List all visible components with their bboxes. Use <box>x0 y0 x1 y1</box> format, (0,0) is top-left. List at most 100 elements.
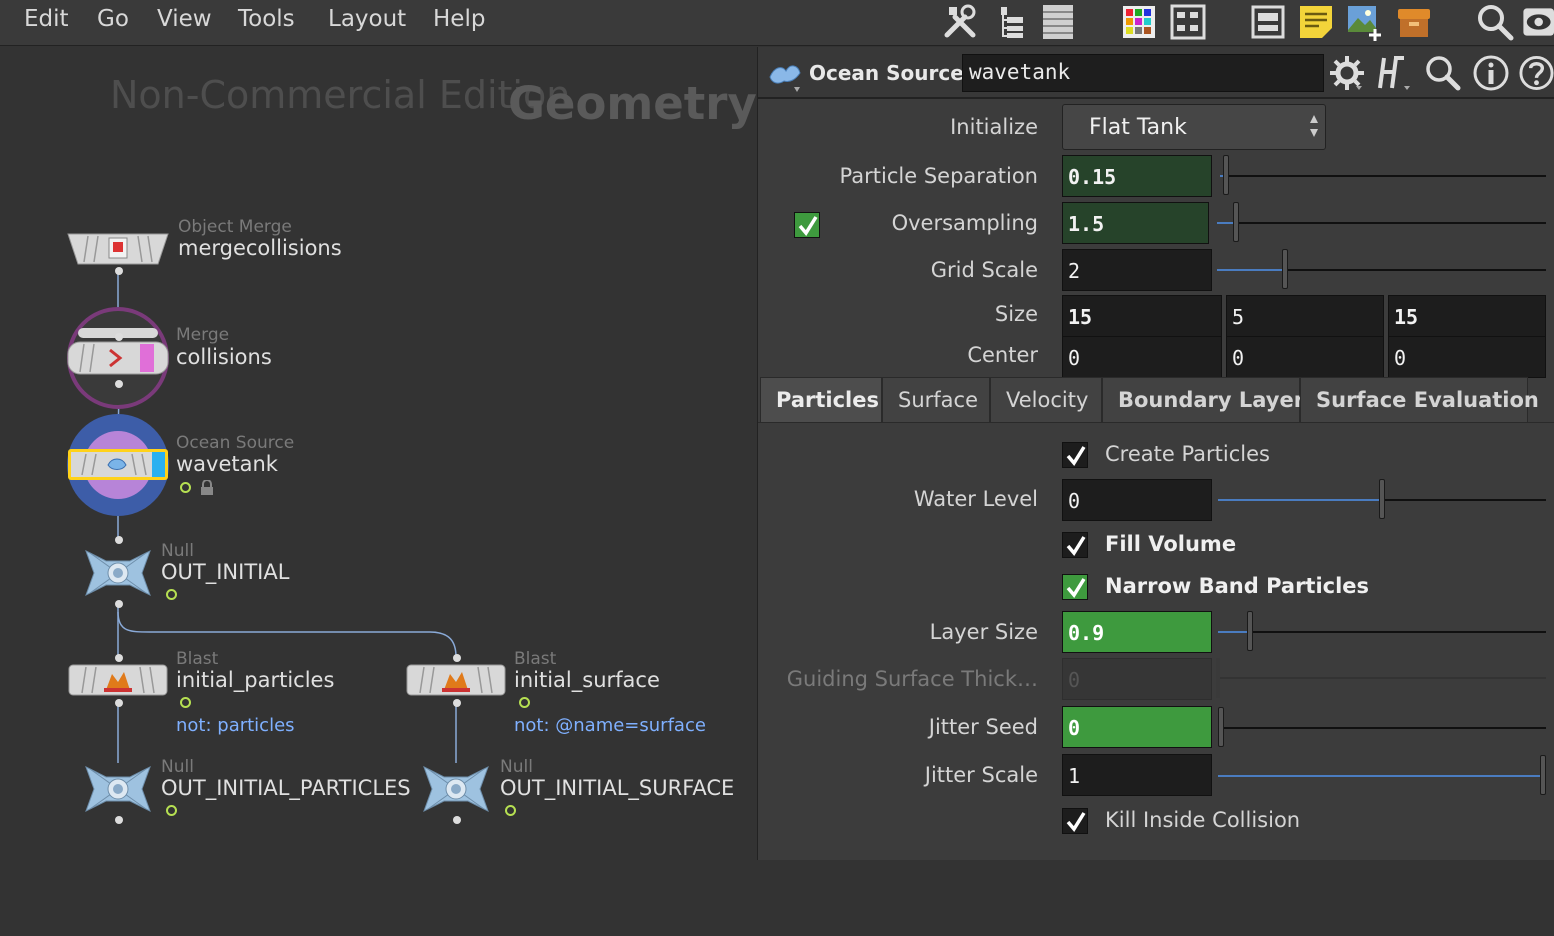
slider-handle[interactable] <box>1223 155 1230 195</box>
create-particles-checkbox[interactable] <box>1062 442 1088 468</box>
grid-scale-label: Grid Scale <box>930 258 1038 282</box>
node-name-label: wavetank <box>176 452 278 476</box>
center-y-field[interactable]: 0 <box>1226 336 1384 378</box>
size-x-field[interactable]: 15 <box>1062 295 1222 337</box>
center-z-field[interactable]: 0 <box>1388 336 1546 378</box>
slider-handle[interactable] <box>1233 202 1240 242</box>
output-connector[interactable] <box>114 266 124 276</box>
node-comment: not: @name=surface <box>514 715 706 736</box>
menu-go[interactable]: Go <box>97 6 129 32</box>
list-icon[interactable] <box>1038 2 1078 42</box>
image-add-icon[interactable] <box>1344 2 1384 42</box>
node-wavetank[interactable] <box>64 412 172 518</box>
menu-edit[interactable]: Edit <box>24 6 69 32</box>
size-label: Size <box>994 302 1038 326</box>
layer-size-field[interactable]: 0.9 <box>1062 611 1212 653</box>
node-collisions[interactable] <box>64 304 172 412</box>
narrow-band-checkbox[interactable] <box>1062 574 1088 600</box>
color-palette-icon[interactable] <box>1119 2 1159 42</box>
kill-inside-checkbox[interactable] <box>1062 808 1088 834</box>
slider-fill <box>1217 269 1282 271</box>
tree-icon[interactable] <box>990 2 1030 42</box>
tab-boundary-layer[interactable]: Boundary Layer <box>1102 377 1304 423</box>
slider-handle[interactable] <box>1540 755 1546 795</box>
flag-icon <box>519 697 530 708</box>
node-initial-particles[interactable] <box>68 664 168 696</box>
menu-view[interactable]: View <box>157 6 212 32</box>
output-connector[interactable] <box>452 815 462 825</box>
tab-particles[interactable]: Particles <box>760 377 882 423</box>
node-mergecollisions[interactable] <box>66 232 170 268</box>
network-view[interactable]: Non-Commercial Edition Geometry Object M… <box>0 47 757 936</box>
oversampling-enable-checkbox[interactable] <box>794 212 820 238</box>
node-name-field[interactable]: wavetank <box>962 54 1324 92</box>
node-initial-surface[interactable] <box>406 664 506 696</box>
menu-help[interactable]: Help <box>433 6 485 32</box>
guiding-thickness-slider <box>1218 677 1546 679</box>
narrow-band-label: Narrow Band Particles <box>1105 574 1370 598</box>
menu-layout[interactable]: Layout <box>328 6 406 32</box>
layout-icon[interactable] <box>1248 2 1288 42</box>
grid-scale-field[interactable]: 2 <box>1062 249 1212 291</box>
parameter-tabs: Particles Surface Velocity Boundary Laye… <box>758 377 1554 423</box>
jitter-seed-slider[interactable] <box>1218 727 1546 729</box>
input-connector[interactable] <box>114 332 124 342</box>
output-connector[interactable] <box>452 698 462 708</box>
layer-size-slider[interactable] <box>1218 631 1546 633</box>
parameter-header: Ocean Source wavetank <box>758 47 1554 99</box>
flag-icon <box>505 805 516 816</box>
output-connector[interactable] <box>114 379 124 389</box>
input-connector[interactable] <box>114 535 124 545</box>
tab-surface-evaluation[interactable]: Surface Evaluation <box>1300 377 1539 423</box>
jitter-scale-field[interactable]: 1 <box>1062 754 1212 796</box>
oversampling-field[interactable]: 1.5 <box>1062 202 1209 244</box>
grid-icon[interactable] <box>1168 2 1208 42</box>
oversampling-slider[interactable] <box>1217 222 1546 224</box>
lock-icon <box>201 480 213 495</box>
sticky-note-icon[interactable] <box>1296 2 1336 42</box>
initialize-menu[interactable]: Flat Tank <box>1062 104 1326 150</box>
input-connector[interactable] <box>114 653 124 663</box>
tab-velocity[interactable]: Velocity <box>990 377 1102 423</box>
slider-handle[interactable] <box>1218 707 1224 747</box>
node-name-label: mergecollisions <box>178 236 342 260</box>
node-type-label: Blast <box>514 649 557 669</box>
particle-separation-label: Particle Separation <box>839 164 1038 188</box>
particle-separation-field[interactable]: 0.15 <box>1062 155 1212 197</box>
slider-handle[interactable] <box>1379 479 1385 519</box>
search-icon[interactable] <box>1475 2 1515 42</box>
node-type-label: Object Merge <box>178 217 292 237</box>
node-out-initial-particles[interactable] <box>82 761 154 817</box>
box-icon[interactable] <box>1394 2 1434 42</box>
ocean-source-icon <box>769 65 801 92</box>
size-y-field[interactable]: 5 <box>1226 295 1384 337</box>
fill-volume-checkbox[interactable] <box>1062 532 1088 558</box>
node-out-initial[interactable] <box>82 545 154 601</box>
slider-handle[interactable] <box>1281 249 1288 289</box>
output-connector[interactable] <box>114 698 124 708</box>
info-icon[interactable] <box>1472 54 1510 92</box>
output-connector[interactable] <box>114 599 124 609</box>
jitter-seed-field[interactable]: 0 <box>1062 706 1212 748</box>
particle-separation-slider[interactable] <box>1220 175 1546 177</box>
size-z-field[interactable]: 15 <box>1388 295 1546 337</box>
tools-icon[interactable] <box>940 2 980 42</box>
initialize-value: Flat Tank <box>1089 115 1187 140</box>
node-name-label: OUT_INITIAL_SURFACE <box>500 776 735 800</box>
eye-icon[interactable] <box>1520 2 1554 42</box>
slider-handle[interactable] <box>1246 611 1253 651</box>
jitter-seed-label: Jitter Seed <box>928 715 1038 739</box>
center-x-field[interactable]: 0 <box>1062 336 1222 378</box>
input-connector[interactable] <box>452 653 462 663</box>
magnifier-icon[interactable] <box>1424 54 1462 92</box>
help-icon[interactable] <box>1518 54 1554 92</box>
node-out-initial-surface[interactable] <box>420 761 492 817</box>
guiding-thickness-field: 0 <box>1062 658 1212 700</box>
tab-surface[interactable]: Surface <box>882 377 990 423</box>
slider-fill <box>1218 499 1379 501</box>
gear-icon[interactable] <box>1328 54 1366 92</box>
output-connector[interactable] <box>114 815 124 825</box>
water-level-field[interactable]: 0 <box>1062 479 1212 521</box>
menu-tools[interactable]: Tools <box>238 6 295 32</box>
houdini-help-icon[interactable] <box>1374 54 1412 92</box>
